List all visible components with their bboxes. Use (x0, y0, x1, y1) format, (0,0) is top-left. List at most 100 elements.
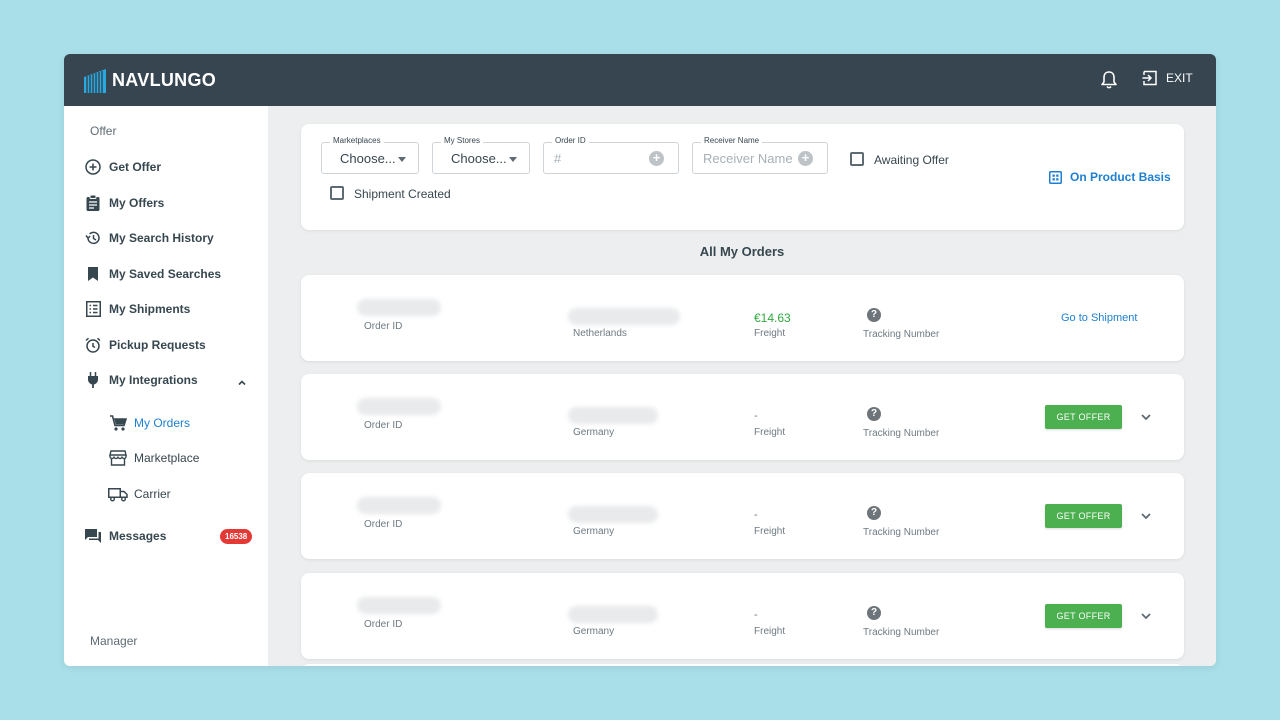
order-id-label: Order ID (364, 321, 403, 332)
chevron-down-icon[interactable] (1139, 609, 1153, 623)
shipment-created-label: Shipment Created (354, 187, 451, 201)
receiver-name-input[interactable]: Receiver Name Receiver Name + (692, 136, 828, 174)
caret-down-icon (509, 157, 517, 162)
chat-icon (84, 527, 102, 545)
go-to-shipment-link[interactable]: Go to Shipment (1061, 312, 1137, 324)
add-circle-icon[interactable]: + (649, 151, 664, 166)
field-placeholder: Receiver Name (703, 151, 793, 166)
get-offer-button[interactable]: GET OFFER (1045, 504, 1122, 528)
order-row[interactable]: Order ID Germany - Freight? Tracking Number G… (301, 473, 1184, 559)
sidebar-item-my-search-history[interactable]: My Search History (84, 227, 214, 249)
field-label: Order ID (552, 136, 589, 145)
marketplaces-select[interactable]: Marketplaces Choose... (321, 136, 419, 174)
app-window: NAVLUNGO EXIT Offer Get Offer My Offers My … (64, 54, 1216, 666)
sidebar-item-label: Pickup Requests (109, 338, 206, 352)
freight-label: Freight (754, 427, 786, 438)
country-label: Germany (573, 427, 615, 438)
order-row[interactable]: Order ID Netherlands €14.63 Freight? Trackin… (301, 275, 1184, 361)
caret-down-icon (398, 157, 406, 162)
sidebar-item-label: My Search History (109, 231, 214, 245)
country-label: Germany (573, 626, 615, 637)
product-basis-toggle[interactable]: On Product Basis (1049, 170, 1171, 184)
filter-panel: Marketplaces Choose... My Stores Choose... O… (301, 124, 1184, 230)
freight-label: Freight (754, 626, 786, 637)
orders-title: All My Orders (699, 244, 785, 259)
receiver-redacted (568, 308, 680, 325)
order-id-redacted (357, 597, 441, 614)
get-offer-button[interactable]: GET OFFER (1045, 604, 1122, 628)
field-placeholder: # (554, 151, 562, 166)
messages-count-badge: 16538 (220, 529, 253, 544)
shipment-created-checkbox[interactable] (330, 186, 344, 200)
sidebar-subitem-carrier[interactable]: Carrier (108, 483, 171, 505)
logo-mark-icon (84, 69, 106, 93)
help-icon[interactable]: ? (867, 407, 881, 421)
clipboard-icon (84, 194, 102, 212)
receiver-redacted (568, 506, 658, 523)
field-label: My Stores (441, 136, 484, 145)
bookmark-icon (84, 265, 102, 283)
main-content: Marketplaces Choose... My Stores Choose... O… (268, 106, 1216, 666)
sidebar-item-messages[interactable]: Messages (84, 525, 166, 547)
tracking-label: Tracking Number (863, 428, 940, 439)
sidebar-section-manager: Manager (90, 634, 138, 648)
grid-icon (1049, 170, 1062, 184)
sidebar-item-label: My Integrations (109, 373, 198, 387)
sidebar-item-my-integrations[interactable]: My Integrations (84, 369, 198, 391)
exit-icon (1142, 70, 1157, 86)
sidebar-item-get-offer[interactable]: Get Offer (84, 156, 161, 178)
sidebar-item-my-offers[interactable]: My Offers (84, 192, 164, 214)
freight-label: Freight (754, 526, 786, 537)
get-offer-button[interactable]: GET OFFER (1045, 405, 1122, 429)
exit-label: EXIT (1166, 71, 1193, 85)
sidebar-subitem-label: My Orders (134, 416, 191, 430)
order-id-label: Order ID (364, 619, 403, 630)
stores-select[interactable]: My Stores Choose... (432, 136, 530, 174)
add-circle-icon[interactable]: + (798, 151, 813, 166)
freight-value: - (754, 410, 758, 422)
sidebar-item-label: Messages (109, 529, 167, 543)
help-icon[interactable]: ? (867, 606, 881, 620)
country-label: Germany (573, 526, 615, 537)
sidebar-item-label: My Offers (109, 196, 165, 210)
sidebar-subitem-my-orders[interactable]: My Orders (108, 412, 190, 434)
sidebar-subitem-marketplace[interactable]: Marketplace (108, 447, 199, 469)
order-id-input[interactable]: Order ID # + (543, 136, 679, 174)
logo[interactable]: NAVLUNGO (84, 66, 216, 94)
awaiting-offer-checkbox[interactable] (850, 152, 864, 166)
help-icon[interactable]: ? (867, 308, 881, 322)
sidebar-item-label: My Shipments (109, 302, 191, 316)
freight-label: Freight (754, 328, 786, 339)
freight-value: - (754, 609, 758, 621)
receiver-redacted (568, 606, 658, 623)
sidebar-item-pickup-requests[interactable]: Pickup Requests (84, 334, 206, 356)
order-id-redacted (357, 398, 441, 415)
exit-button[interactable]: EXIT (1142, 70, 1193, 86)
plus-circle-icon (84, 158, 102, 176)
bell-icon[interactable] (1100, 70, 1118, 90)
field-value: Choose... (451, 151, 507, 166)
plug-icon (84, 371, 102, 389)
order-row[interactable]: Order ID Germany - Freight? Tracking Number G… (301, 573, 1184, 659)
product-basis-label: On Product Basis (1070, 170, 1171, 184)
list-icon (84, 300, 102, 318)
order-row[interactable] (301, 664, 1184, 666)
country-label: Netherlands (573, 328, 627, 339)
order-id-redacted (357, 299, 441, 316)
order-id-label: Order ID (364, 420, 403, 431)
chevron-down-icon[interactable] (1139, 410, 1153, 424)
help-icon[interactable]: ? (867, 506, 881, 520)
sidebar-item-label: My Saved Searches (109, 267, 222, 281)
top-bar: NAVLUNGO EXIT (64, 54, 1216, 106)
chevron-down-icon[interactable] (1139, 509, 1153, 523)
order-id-redacted (357, 497, 441, 514)
order-row[interactable]: Order ID Germany - Freight? Tracking Number G… (301, 374, 1184, 460)
sidebar-subitem-label: Carrier (134, 487, 171, 501)
chevron-up-icon[interactable] (236, 376, 248, 388)
field-label: Marketplaces (330, 136, 384, 145)
sidebar-item-my-saved-searches[interactable]: My Saved Searches (84, 263, 221, 285)
sidebar-section-offer: Offer (90, 124, 117, 138)
store-icon (108, 449, 128, 467)
sidebar-item-my-shipments[interactable]: My Shipments (84, 298, 190, 320)
tracking-label: Tracking Number (863, 627, 940, 638)
